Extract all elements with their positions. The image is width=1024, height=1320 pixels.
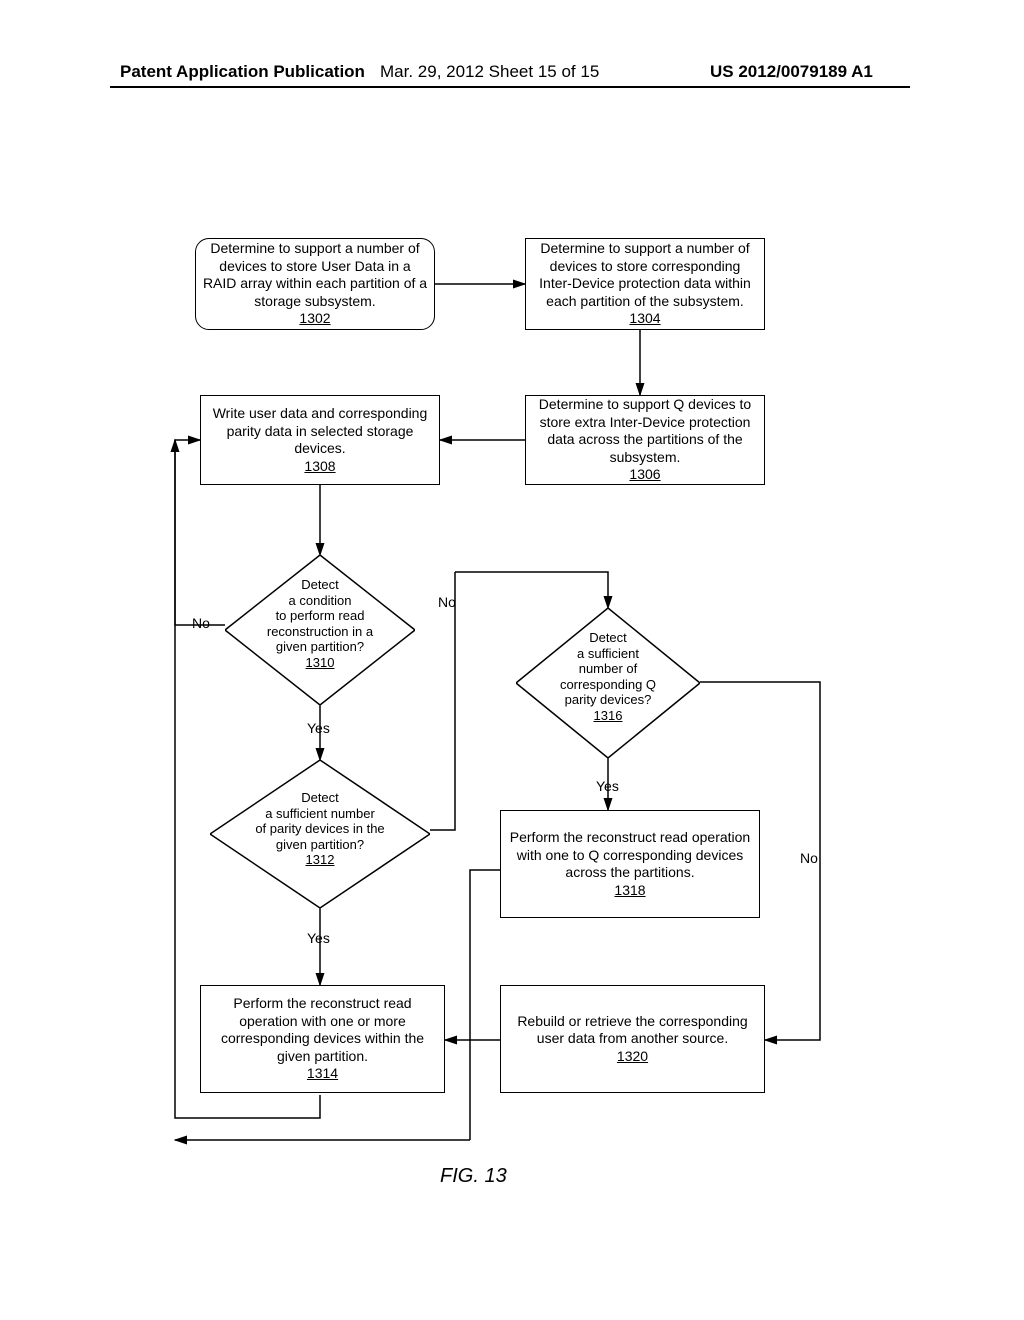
figure-caption: FIG. 13 bbox=[440, 1165, 507, 1188]
d1310-l5: given partition? bbox=[276, 639, 364, 654]
label-yes-1312: Yes bbox=[307, 930, 330, 946]
d1310-l4: reconstruction in a bbox=[267, 624, 373, 639]
step-1320-text: Rebuild or retrieve the corresponding us… bbox=[507, 1013, 758, 1048]
step-1306-text: Determine to support Q devices to store … bbox=[532, 396, 758, 466]
d1312-l4: given partition? bbox=[276, 837, 364, 852]
step-1306: Determine to support Q devices to store … bbox=[525, 395, 765, 485]
step-1304-text: Determine to support a number of devices… bbox=[532, 240, 758, 310]
step-1314-text: Perform the reconstruct read operation w… bbox=[207, 995, 438, 1065]
d1316-l4: corresponding Q bbox=[560, 677, 656, 692]
d1316-l3: number of bbox=[579, 661, 638, 676]
d1316-num: 1316 bbox=[594, 708, 623, 723]
step-1302-num: 1302 bbox=[299, 310, 330, 328]
step-1308-text: Write user data and corresponding parity… bbox=[207, 405, 433, 458]
step-1302-text: Determine to support a number of devices… bbox=[202, 240, 428, 310]
step-1308-num: 1308 bbox=[304, 458, 335, 476]
decision-1310: Detect a condition to perform read recon… bbox=[225, 555, 226, 556]
d1312-num: 1312 bbox=[306, 852, 335, 867]
step-1306-num: 1306 bbox=[629, 466, 660, 484]
d1310-l1: Detect bbox=[301, 577, 339, 592]
label-no-1312: No bbox=[438, 594, 456, 610]
step-1304-num: 1304 bbox=[629, 310, 660, 328]
label-yes-1310: Yes bbox=[307, 720, 330, 736]
label-no-1316: No bbox=[800, 850, 818, 866]
step-1304: Determine to support a number of devices… bbox=[525, 238, 765, 330]
step-1320-num: 1320 bbox=[617, 1048, 648, 1066]
step-1318: Perform the reconstruct read operation w… bbox=[500, 810, 760, 918]
flow-connectors bbox=[0, 0, 1024, 1320]
d1310-l3: to perform read bbox=[276, 608, 365, 623]
step-1314: Perform the reconstruct read operation w… bbox=[200, 985, 445, 1093]
label-yes-1316: Yes bbox=[596, 778, 619, 794]
d1312-l1: Detect bbox=[301, 790, 339, 805]
d1312-l3: of parity devices in the bbox=[255, 821, 384, 836]
decision-1316: Detect a sufficient number of correspond… bbox=[516, 608, 517, 609]
step-1314-num: 1314 bbox=[307, 1065, 338, 1083]
step-1318-text: Perform the reconstruct read operation w… bbox=[507, 829, 753, 882]
d1310-l2: a condition bbox=[289, 593, 352, 608]
label-no-1310: No bbox=[192, 615, 210, 631]
decision-1312: Detect a sufficient number of parity dev… bbox=[210, 760, 211, 761]
step-1320: Rebuild or retrieve the corresponding us… bbox=[500, 985, 765, 1093]
d1316-l5: parity devices? bbox=[565, 692, 652, 707]
step-1318-num: 1318 bbox=[614, 882, 645, 900]
d1312-l2: a sufficient number bbox=[265, 806, 375, 821]
d1310-num: 1310 bbox=[306, 655, 335, 670]
step-1302: Determine to support a number of devices… bbox=[195, 238, 435, 330]
d1316-l1: Detect bbox=[589, 630, 627, 645]
step-1308: Write user data and corresponding parity… bbox=[200, 395, 440, 485]
d1316-l2: a sufficient bbox=[577, 646, 639, 661]
